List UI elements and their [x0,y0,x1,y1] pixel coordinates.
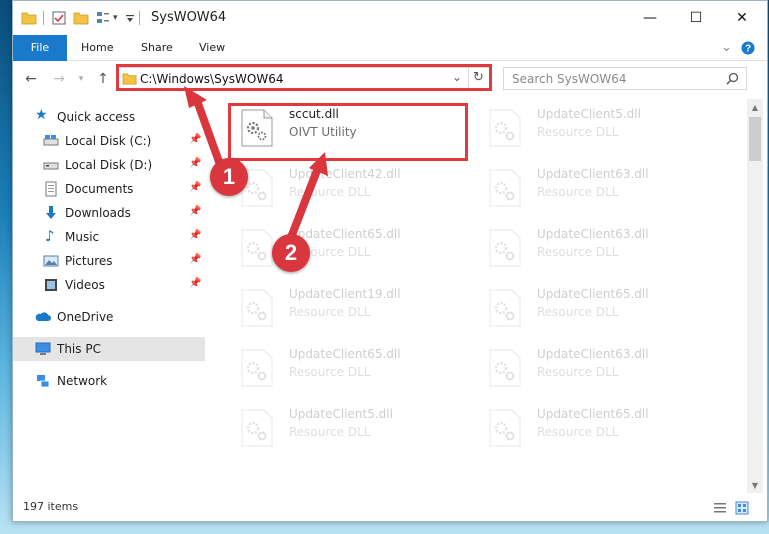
step-1-badge: 1 [210,158,248,196]
annotation-arrows [184,86,328,244]
step-2-badge: 2 [272,234,310,272]
step-1-arrowhead [184,86,207,108]
step-2-arrow [286,164,322,244]
step-1-arrow [192,94,226,174]
